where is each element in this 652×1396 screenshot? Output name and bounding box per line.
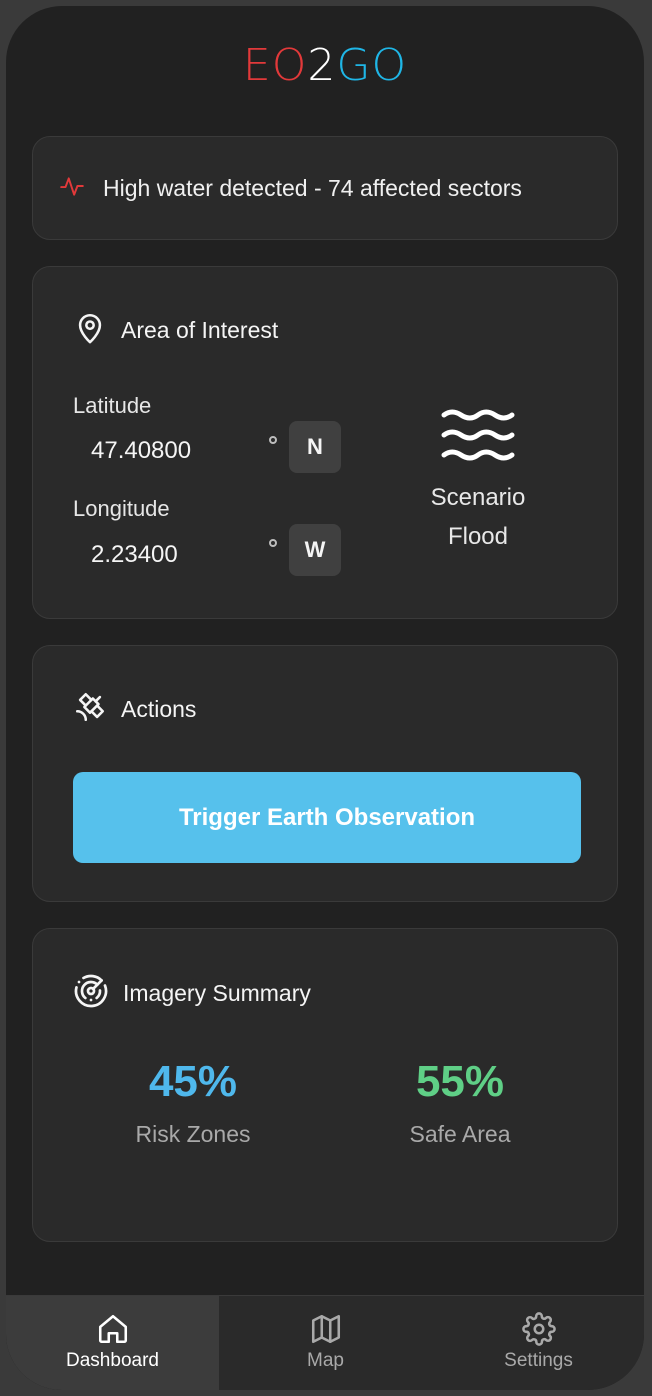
area-of-interest-card: Area of Interest Latitude 47.40800 N Lon…: [32, 266, 618, 619]
map-pin-icon: [73, 311, 107, 350]
nav-item-settings[interactable]: Settings: [432, 1296, 644, 1390]
nav-label: Map: [307, 1350, 344, 1371]
card-header: Imagery Summary: [73, 973, 311, 1014]
home-icon: [6, 1312, 219, 1346]
risk-zones-value: 45%: [148, 1057, 238, 1106]
logo-letter: E: [242, 40, 272, 91]
nav-item-map[interactable]: Map: [219, 1296, 432, 1390]
safe-area-stat: 55% Safe Area: [360, 1057, 560, 1148]
bottom-navigation: Dashboard Map Settings: [6, 1295, 644, 1390]
waves-icon: [440, 409, 516, 467]
latitude-label: Latitude: [73, 393, 152, 418]
degree-symbol: [269, 539, 277, 547]
alert-text: High water detected - 74 affected sector…: [103, 174, 522, 201]
app-logo: EO2GO: [6, 40, 644, 91]
degree-symbol: [269, 436, 277, 444]
risk-zones-label: Risk Zones: [135, 1121, 251, 1147]
map-icon: [219, 1312, 432, 1346]
card-title: Imagery Summary: [123, 980, 311, 1006]
latitude-input[interactable]: 47.40800: [73, 429, 263, 473]
scenario-selector[interactable]: Scenario Flood: [393, 407, 563, 556]
card-header: Area of Interest: [73, 311, 278, 350]
card-header: Actions: [73, 690, 196, 729]
imagery-summary-card: Imagery Summary 45% Risk Zones 55% Safe …: [32, 928, 618, 1242]
trigger-earth-observation-button[interactable]: Trigger Earth Observation: [73, 772, 581, 863]
safe-area-label: Safe Area: [409, 1121, 511, 1147]
card-title: Actions: [121, 696, 197, 722]
settings-icon: [432, 1312, 644, 1346]
activity-icon: [59, 173, 85, 204]
alert-banner: High water detected - 74 affected sector…: [32, 136, 618, 240]
app-screen: EO2GO High water detected - 74 affected …: [6, 6, 644, 1390]
card-title: Area of Interest: [121, 317, 279, 343]
longitude-direction-button[interactable]: W: [289, 524, 341, 576]
nav-label: Settings: [504, 1350, 573, 1371]
logo-letter: O: [371, 40, 408, 91]
nav-item-dashboard[interactable]: Dashboard: [6, 1296, 219, 1390]
satellite-icon: [73, 690, 107, 729]
latitude-direction-button[interactable]: N: [289, 421, 341, 473]
logo-letter: 2: [307, 40, 337, 91]
scenario-value: Flood: [447, 523, 509, 550]
longitude-input[interactable]: 2.23400: [73, 533, 263, 577]
nav-label: Dashboard: [66, 1350, 159, 1371]
actions-card: Actions Trigger Earth Observation: [32, 645, 618, 902]
risk-zones-stat: 45% Risk Zones: [93, 1057, 293, 1148]
radar-icon: [73, 973, 109, 1014]
logo-letter: O: [271, 40, 308, 91]
logo-letter: G: [336, 40, 372, 91]
scenario-label: Scenario: [430, 484, 526, 511]
safe-area-value: 55%: [415, 1057, 505, 1106]
longitude-label: Longitude: [73, 496, 170, 521]
